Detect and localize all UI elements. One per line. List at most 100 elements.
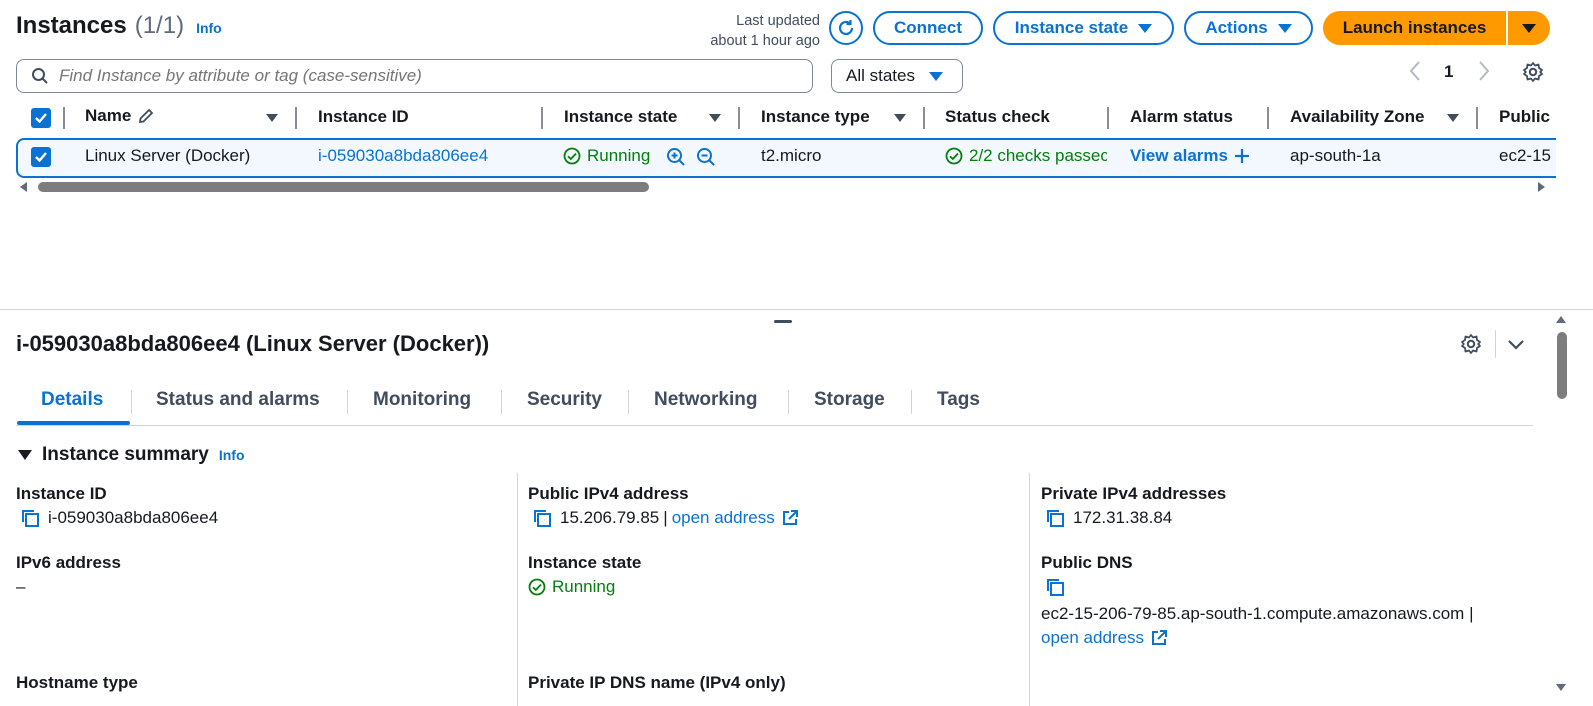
instance-state-button[interactable]: Instance state	[993, 11, 1174, 45]
external-link-icon	[782, 510, 798, 525]
collapse-panel-button[interactable]	[1507, 337, 1525, 357]
instance-summary-toggle[interactable]: Instance summary Info	[18, 444, 245, 466]
scroll-up-arrow[interactable]	[1556, 316, 1566, 323]
cell-availability-zone: ap-south-1a	[1290, 146, 1381, 165]
tab-tags[interactable]: Tags	[937, 389, 980, 411]
vertical-scrollbar-thumb[interactable]	[1557, 332, 1567, 399]
hostname-type-label: Hostname type	[16, 673, 138, 692]
actions-button[interactable]: Actions	[1184, 11, 1313, 45]
resize-handle-icon[interactable]	[774, 320, 792, 323]
launch-label: Launch instances	[1342, 18, 1487, 37]
scroll-right-arrow[interactable]	[1538, 182, 1545, 192]
tab-status-and-alarms[interactable]: Status and alarms	[156, 389, 320, 411]
select-all-checkbox[interactable]	[31, 108, 51, 128]
detail-title: i-059030a8bda806ee4 (Linux Server (Docke…	[16, 331, 490, 356]
check-icon	[35, 113, 47, 124]
scroll-down-arrow[interactable]	[1556, 684, 1566, 691]
tab-details[interactable]: Details	[41, 389, 103, 411]
tab-storage[interactable]: Storage	[814, 389, 885, 411]
cell-instance-id-link[interactable]: i-059030a8bda806ee4	[318, 146, 488, 166]
public-dns-open-address-link[interactable]: open address	[1041, 628, 1168, 648]
sort-caret-icon[interactable]	[709, 114, 721, 122]
tab-separator	[347, 390, 348, 414]
check-circle-icon	[563, 147, 581, 165]
row-checkbox[interactable]	[31, 147, 51, 167]
section-title: Instance summary	[42, 444, 209, 465]
check-icon	[35, 152, 47, 163]
connect-button[interactable]: Connect	[873, 11, 983, 45]
last-updated-time: about 1 hour ago	[710, 33, 820, 49]
caret-down-icon	[18, 450, 32, 460]
column-divider	[1107, 107, 1109, 129]
refresh-button[interactable]	[829, 11, 863, 45]
column-separator	[517, 473, 518, 706]
search-icon	[32, 68, 48, 84]
zoom-in-icon[interactable]	[666, 147, 686, 172]
gear-icon	[1523, 62, 1543, 82]
launch-instances-button[interactable]: Launch instances	[1323, 11, 1506, 45]
chevron-down-icon	[1508, 340, 1524, 350]
scroll-left-arrow[interactable]	[20, 182, 27, 192]
open-address-link[interactable]: open address	[672, 508, 799, 528]
chevron-right-icon	[1479, 61, 1490, 81]
tab-security[interactable]: Security	[527, 389, 602, 411]
caret-down-icon	[928, 71, 943, 81]
view-alarms-label: View alarms	[1130, 146, 1228, 165]
public-ipv4-label: Public IPv4 address	[528, 484, 689, 503]
connect-label: Connect	[894, 18, 962, 37]
pagination-page[interactable]: 1	[1444, 62, 1453, 82]
split-panel-divider[interactable]	[0, 309, 1593, 310]
check-circle-icon	[945, 147, 963, 165]
tab-networking[interactable]: Networking	[654, 389, 757, 411]
last-updated: Last updated about 1 hour ago	[690, 11, 820, 51]
column-separator	[1029, 473, 1030, 706]
column-header-alarm-status[interactable]: Alarm status	[1130, 107, 1233, 127]
column-header-instance-state[interactable]: Instance state	[564, 107, 677, 127]
table-settings-button[interactable]	[1522, 61, 1544, 88]
copy-icon[interactable]	[1045, 508, 1065, 528]
refresh-icon	[838, 20, 854, 36]
column-header-name[interactable]: Name	[85, 106, 155, 126]
gear-icon	[1461, 334, 1481, 354]
state-filter-value: All states	[846, 66, 915, 85]
view-alarms-link[interactable]: View alarms	[1130, 146, 1250, 166]
launch-dropdown-button[interactable]	[1508, 11, 1550, 45]
zoom-out-icon[interactable]	[696, 147, 716, 172]
instance-id-label: Instance ID	[16, 484, 107, 503]
column-divider	[295, 107, 297, 129]
copy-icon	[1047, 579, 1064, 596]
public-ipv4-text: 15.206.79.85	[560, 508, 660, 527]
cell-public-dns: ec2-15	[1499, 146, 1551, 165]
sort-caret-icon[interactable]	[266, 114, 278, 122]
section-info-link[interactable]: Info	[219, 447, 245, 463]
public-dns-copy-button[interactable]	[1045, 577, 1065, 602]
sort-caret-icon[interactable]	[1447, 114, 1459, 122]
sort-caret-icon[interactable]	[894, 114, 906, 122]
caret-down-icon	[1138, 23, 1153, 33]
search-box[interactable]	[16, 59, 813, 93]
private-ipv4-text: 172.31.38.84	[1073, 508, 1173, 527]
column-header-availability-zone[interactable]: Availability Zone	[1290, 107, 1424, 127]
column-label: Name	[85, 106, 132, 125]
cell-instance-type: t2.micro	[761, 146, 822, 165]
private-ipv4-label: Private IPv4 addresses	[1041, 484, 1227, 503]
pagination-prev[interactable]	[1409, 60, 1421, 88]
search-input[interactable]	[59, 66, 812, 86]
column-header-instance-type[interactable]: Instance type	[761, 107, 870, 127]
info-link[interactable]: Info	[196, 20, 222, 36]
copy-icon[interactable]	[532, 508, 552, 528]
column-divider	[923, 107, 925, 129]
state-filter-select[interactable]: All states	[831, 59, 963, 93]
detail-settings-button[interactable]	[1460, 333, 1482, 360]
column-header-public[interactable]: Public	[1499, 107, 1550, 127]
horizontal-scrollbar-thumb[interactable]	[38, 182, 649, 192]
column-header-status-check[interactable]: Status check	[945, 107, 1050, 127]
instance-state-text: Running	[552, 577, 616, 596]
edit-pencil-icon	[139, 108, 154, 124]
column-divider	[1267, 107, 1269, 129]
column-header-instance-id[interactable]: Instance ID	[318, 107, 409, 127]
tab-monitoring[interactable]: Monitoring	[373, 389, 471, 411]
copy-icon[interactable]	[20, 508, 40, 528]
pagination-next[interactable]	[1478, 60, 1490, 87]
chevron-left-icon	[1409, 61, 1420, 81]
